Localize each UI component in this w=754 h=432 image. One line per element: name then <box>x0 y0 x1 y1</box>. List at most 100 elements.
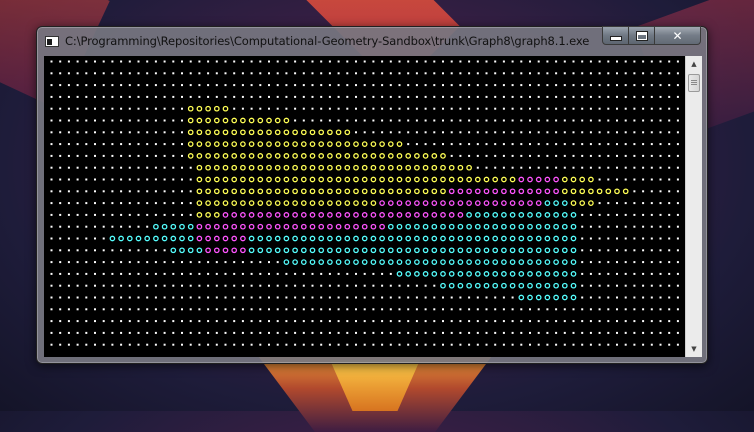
cell-dot <box>146 308 149 311</box>
cell-marker <box>266 223 272 230</box>
cell-dot <box>676 60 679 63</box>
cell-dot <box>546 60 549 63</box>
cell-dot <box>511 107 514 110</box>
cell-marker <box>396 200 403 206</box>
cell-marker <box>553 235 559 242</box>
cell-dot <box>94 131 96 134</box>
cell-dot <box>468 84 471 87</box>
cell-dot <box>207 272 210 275</box>
cell-marker <box>544 294 551 301</box>
cell-dot <box>233 60 236 63</box>
cell-dot <box>650 237 653 240</box>
cell-dot <box>676 143 679 146</box>
cell-marker <box>379 247 385 254</box>
cell-dot <box>633 84 636 87</box>
cell-marker <box>588 200 594 206</box>
cell-marker <box>240 153 246 159</box>
cell-marker <box>535 247 542 254</box>
cell-marker <box>248 141 255 147</box>
scroll-up-arrow-icon[interactable]: ▲ <box>686 56 702 72</box>
scroll-thumb[interactable] <box>688 74 700 92</box>
cell-marker <box>292 129 298 136</box>
cell-marker <box>387 259 394 265</box>
cell-dot <box>650 60 653 63</box>
cell-dot <box>581 213 584 216</box>
cell-dot <box>154 154 157 157</box>
cell-marker <box>509 223 516 230</box>
cell-dot <box>468 119 471 122</box>
cell-dot <box>511 331 514 334</box>
cell-marker <box>518 188 525 195</box>
cell-dot <box>67 272 70 275</box>
cell-dot <box>163 60 166 63</box>
cell-dot <box>642 272 645 275</box>
close-button[interactable]: ✕ <box>655 26 701 45</box>
scroll-down-arrow-icon[interactable]: ▼ <box>686 341 702 357</box>
cell-marker <box>353 153 359 159</box>
cell-dot <box>607 296 610 299</box>
cell-dot <box>346 272 349 275</box>
cell-dot <box>676 190 679 193</box>
cell-dot <box>320 284 323 287</box>
cell-dot <box>250 331 253 334</box>
cell-dot <box>633 119 636 122</box>
cell-marker <box>492 235 499 242</box>
cell-dot <box>459 154 462 157</box>
cell-dot <box>355 84 357 87</box>
cell-marker <box>483 247 490 254</box>
cell-dot <box>163 119 166 122</box>
title-bar[interactable]: C:\Programming\Repositories\Computationa… <box>37 26 707 55</box>
cell-dot <box>328 296 331 299</box>
cell-marker <box>187 235 194 242</box>
cell-marker <box>561 294 568 301</box>
cell-marker <box>561 188 568 195</box>
minimize-button[interactable] <box>602 26 629 45</box>
vertical-scrollbar[interactable]: ▲ ▼ <box>685 56 702 357</box>
cell-marker <box>483 176 490 183</box>
cell-marker <box>257 164 264 171</box>
cell-dot <box>94 154 96 157</box>
cell-dot <box>476 154 479 157</box>
cell-dot <box>59 60 62 63</box>
cell-dot <box>572 60 575 63</box>
cell-dot <box>633 331 636 334</box>
cell-dot <box>154 296 157 299</box>
cell-dot <box>459 320 462 323</box>
cell-dot <box>398 72 401 75</box>
cell-marker <box>561 282 568 289</box>
cell-dot <box>616 119 618 122</box>
cell-dot <box>128 296 131 299</box>
cell-dot <box>363 296 366 299</box>
cell-marker <box>344 235 351 242</box>
cell-dot <box>494 119 497 122</box>
cell-dot <box>128 284 131 287</box>
cell-dot <box>459 60 462 63</box>
cell-dot <box>154 107 157 110</box>
cell-dot <box>442 119 444 122</box>
cell-marker <box>570 212 577 218</box>
console-output[interactable] <box>44 56 685 357</box>
console-window[interactable]: C:\Programming\Repositories\Computationa… <box>36 26 708 364</box>
cell-dot <box>363 331 366 334</box>
cell-marker <box>292 141 298 147</box>
cell-marker <box>379 176 385 183</box>
cell-dot <box>137 60 140 63</box>
cell-dot <box>285 284 288 287</box>
cell-marker <box>231 117 238 124</box>
cell-dot <box>520 143 523 146</box>
cell-dot <box>581 154 584 157</box>
cell-marker <box>509 271 516 277</box>
cell-marker <box>266 176 272 183</box>
cell-dot <box>207 95 210 98</box>
cell-dot <box>589 343 592 346</box>
cell-dot <box>94 213 96 216</box>
cell-dot <box>76 331 79 334</box>
maximize-button[interactable] <box>629 26 655 45</box>
cell-marker <box>387 200 394 206</box>
cell-marker <box>570 188 577 195</box>
console-app-icon[interactable] <box>45 36 59 47</box>
cell-dot <box>433 84 436 87</box>
cell-dot <box>128 249 131 252</box>
cell-dot <box>668 296 671 299</box>
cell-dot <box>137 154 140 157</box>
